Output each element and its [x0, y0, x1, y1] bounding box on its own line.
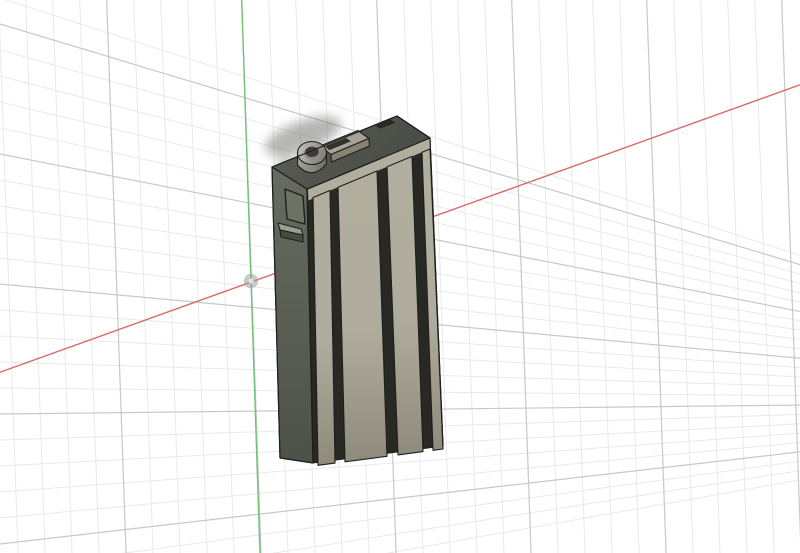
scene-svg: [0, 0, 800, 553]
cad-viewport-canvas[interactable]: [0, 0, 800, 553]
origin-inner-dot: [248, 278, 253, 283]
model-3d-part[interactable]: [272, 116, 443, 465]
origin-marker[interactable]: [244, 274, 258, 288]
